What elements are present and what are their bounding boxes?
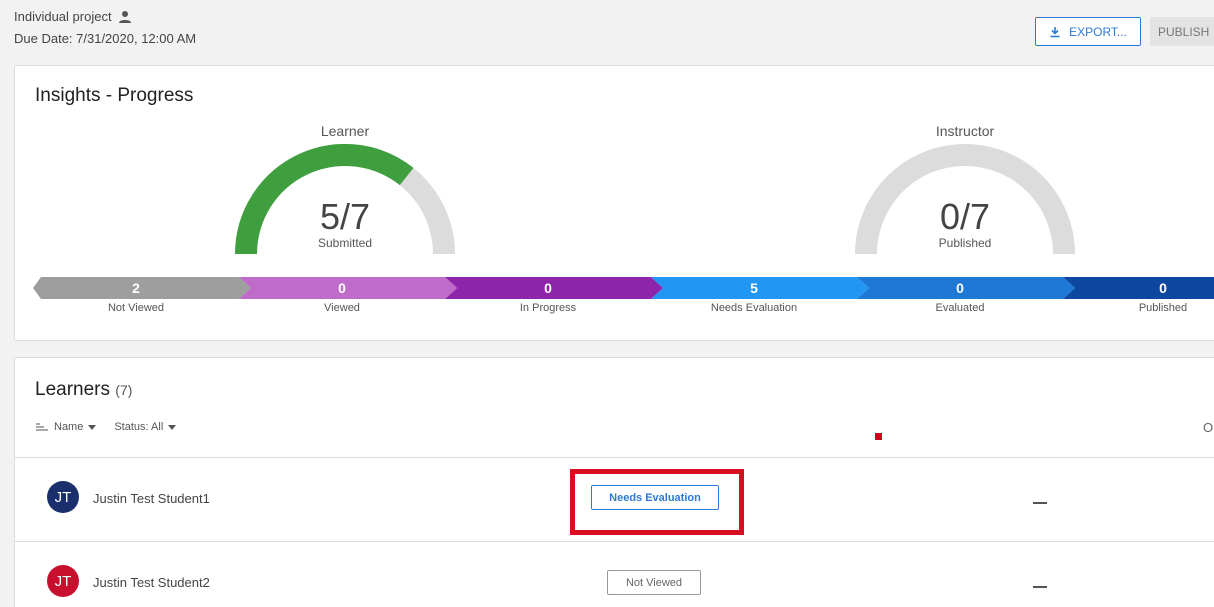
learner-gauge-label: Learner [320, 123, 370, 139]
export-label: EXPORT... [1069, 24, 1127, 39]
pipeline-count: 0 [956, 280, 964, 296]
avatar: JT [47, 565, 79, 597]
chevron-down-icon [168, 424, 177, 430]
learners-title-label: Learners [35, 379, 110, 400]
download-icon [1050, 26, 1060, 37]
more-options-button[interactable]: O [1203, 420, 1213, 435]
publish-button[interactable]: PUBLISH [1150, 17, 1214, 46]
pipeline-label: Needs Evaluation [710, 302, 798, 314]
instructor-gauge-sub: Published [938, 236, 992, 250]
project-type-label: Individual project [14, 9, 112, 24]
status-filter-dropdown[interactable]: Status: All [114, 421, 177, 433]
pipeline-label: Viewed [324, 302, 360, 314]
person-icon [118, 10, 131, 23]
status-pipeline-bar [33, 277, 1214, 299]
pipeline-label: Not Viewed [107, 302, 165, 314]
pipeline-count: 0 [1159, 280, 1167, 296]
pipeline-count: 5 [750, 280, 758, 296]
learner-name[interactable]: Justin Test Student2 [93, 575, 210, 590]
pipeline-label: Evaluated [935, 302, 985, 314]
avatar: JT [47, 481, 79, 513]
instructor-gauge-label: Instructor [935, 123, 995, 139]
status-pipeline: 2 Not Viewed 0 Viewed 0 In Progress 5 Needs Eva… [33, 277, 1214, 327]
filter-bar: Name Status: All [35, 421, 177, 433]
highlight-annotation [570, 469, 744, 535]
learners-count: (7) [115, 382, 133, 398]
learners-title: Learners (7) [35, 379, 132, 401]
red-marker [875, 433, 882, 440]
pipeline-count: 0 [544, 280, 552, 296]
learner-gauge-value: 5/7 [319, 196, 371, 237]
sort-name-dropdown[interactable]: Name [35, 421, 97, 433]
sort-icon [36, 423, 48, 431]
status-filter-label: Status: All [114, 421, 164, 433]
export-button[interactable]: EXPORT... [1035, 17, 1141, 46]
insights-card: Insights - Progress Learner 5/7 Submitte… [14, 65, 1214, 341]
pipeline-label: In Progress [519, 302, 577, 314]
chevron-down-icon [88, 424, 97, 430]
score-dash [1033, 502, 1047, 504]
due-date: Due Date: 7/31/2020, 12:00 AM [14, 31, 197, 46]
status-badge[interactable]: Not Viewed [607, 570, 701, 595]
learner-gauge-sub: Submitted [317, 236, 373, 250]
top-bar: Individual project Due Date: 7/31/2020, … [0, 0, 1214, 60]
learner-name[interactable]: Justin Test Student1 [93, 491, 210, 506]
pipeline-count: 0 [338, 280, 346, 296]
score-dash [1033, 586, 1047, 588]
pipeline-count: 2 [132, 280, 140, 296]
table-row[interactable]: JT Justin Test Student2 Not Viewed [15, 542, 1214, 607]
publish-label: PUBLISH [1158, 24, 1210, 39]
project-type: Individual project [14, 9, 132, 24]
insights-title: Insights - Progress [35, 85, 194, 106]
sort-label: Name [54, 421, 84, 433]
learners-card: Learners (7) Name Status: All O JT Justi… [14, 357, 1214, 607]
pipeline-label: Published [1138, 302, 1188, 314]
instructor-gauge-value: 0/7 [939, 196, 991, 237]
